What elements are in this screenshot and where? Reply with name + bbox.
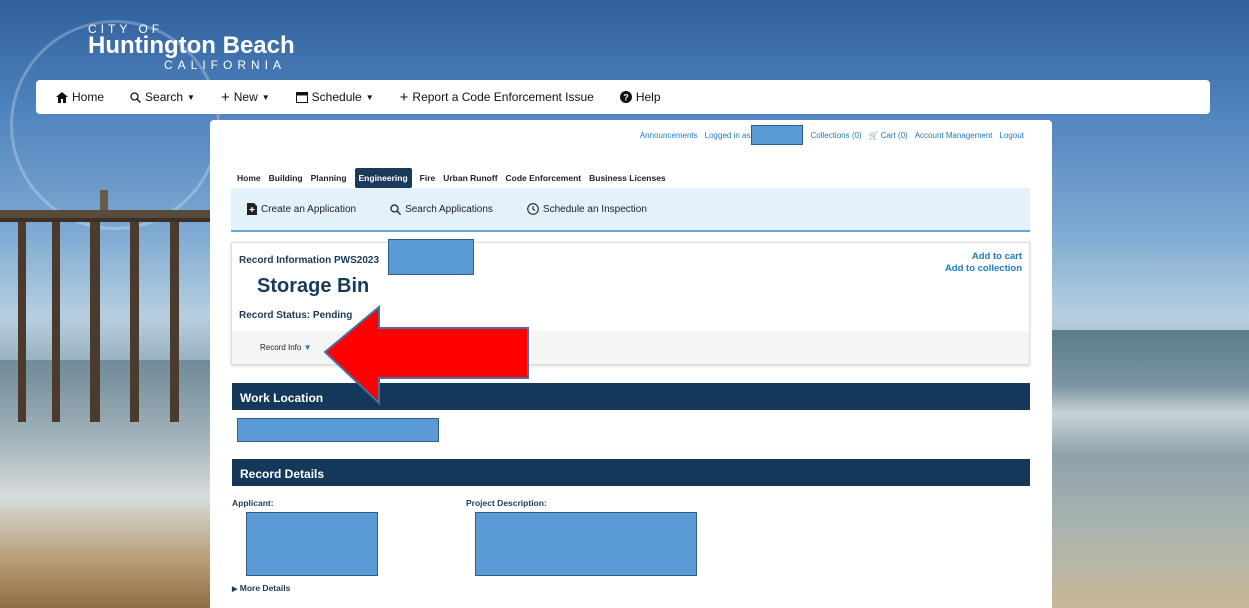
project-description-label: Project Description: (466, 498, 547, 508)
nav-new-label: New (233, 90, 258, 104)
calendar-icon (295, 92, 308, 103)
schedule-inspection-label: Schedule an Inspection (542, 203, 647, 215)
add-to-cart-link[interactable]: Add to cart (945, 251, 1022, 263)
red-arrow-annotation (323, 305, 529, 405)
redacted-record-number (388, 239, 474, 275)
record-number-label: Record Information PWS2023 (239, 255, 380, 266)
search-applications-link[interactable]: Search Applications (390, 204, 493, 215)
engineering-subbar: Create an Application Search Application… (231, 188, 1030, 232)
account-management-link[interactable]: Account Management (915, 131, 993, 140)
caret-right-icon: ▶ (232, 586, 238, 593)
plus-icon: + (220, 88, 230, 106)
chevron-down-icon: ▼ (187, 92, 195, 102)
account-links: Announcements Logged in as Collections (… (640, 125, 1024, 145)
more-details-toggle[interactable]: ▶ More Details (232, 583, 290, 593)
tab-building[interactable]: Building (269, 173, 303, 183)
tab-planning[interactable]: Planning (311, 173, 347, 183)
logged-in-label: Logged in as (704, 130, 751, 140)
search-applications-label: Search Applications (405, 203, 493, 215)
redacted-work-location (237, 418, 439, 442)
plus-icon: + (399, 88, 409, 106)
tab-code-enforcement[interactable]: Code Enforcement (506, 173, 582, 183)
nav-search-label: Search (145, 90, 184, 104)
module-tabs: Home Building Planning Engineering Fire … (237, 168, 666, 188)
help-icon: ? (619, 91, 632, 103)
add-to-collection-link[interactable]: Add to collection (945, 263, 1022, 275)
home-icon (56, 91, 68, 103)
search-icon (390, 203, 402, 215)
nav-schedule-label: Schedule (311, 90, 362, 104)
create-application-link[interactable]: Create an Application (247, 203, 356, 215)
nav-search[interactable]: Search ▼ (130, 90, 195, 104)
tab-engineering[interactable]: Engineering (354, 168, 412, 188)
cart-link[interactable]: Cart (0) (881, 131, 908, 140)
schedule-inspection-link[interactable]: Schedule an Inspection (527, 203, 647, 215)
nav-home[interactable]: Home (56, 90, 104, 104)
redacted-project-description (475, 512, 697, 576)
ocean-scene-right (1030, 330, 1249, 608)
record-info-label: Record Info (260, 343, 302, 352)
nav-new[interactable]: + New ▼ (221, 89, 270, 106)
nav-schedule[interactable]: Schedule ▼ (295, 90, 374, 104)
search-icon (130, 91, 141, 103)
cart-icon: 🛒 (868, 130, 879, 140)
redacted-applicant (246, 512, 378, 576)
chevron-down-icon: ▼ (365, 92, 374, 102)
logo-state: CALIFORNIA (164, 58, 287, 72)
logo-city-name: Huntington Beach (88, 32, 295, 59)
record-title: Storage Bin (257, 275, 370, 297)
pier-illustration (0, 190, 210, 422)
city-logo[interactable]: CITY OF Huntington Beach CALIFORNIA (88, 22, 295, 72)
redacted-username (751, 125, 804, 145)
nav-help[interactable]: ? Help (619, 90, 661, 104)
chevron-down-icon: ▼ (303, 343, 312, 352)
nav-report-code-enforcement[interactable]: + Report a Code Enforcement Issue (400, 89, 594, 106)
svg-text:?: ? (623, 93, 629, 103)
record-details-header: Record Details (232, 459, 1030, 486)
record-actions: Add to cart Add to collection (945, 251, 1022, 275)
tab-urban-runoff[interactable]: Urban Runoff (443, 173, 497, 183)
tab-business-licenses[interactable]: Business Licenses (589, 173, 666, 183)
record-info-dropdown[interactable]: Record Info ▼ (260, 343, 312, 352)
tab-fire[interactable]: Fire (420, 173, 436, 183)
logout-link[interactable]: Logout (1000, 131, 1024, 140)
tab-home[interactable]: Home (237, 173, 261, 183)
nav-help-label: Help (635, 90, 661, 104)
collections-link[interactable]: Collections (0) (810, 131, 861, 140)
more-details-label: More Details (239, 583, 291, 593)
nav-home-label: Home (72, 90, 105, 104)
create-application-label: Create an Application (261, 203, 357, 215)
announcements-link[interactable]: Announcements (640, 131, 698, 140)
top-navigation: Home Search ▼ + New ▼ Schedule ▼ + Repor… (36, 80, 1210, 114)
document-add-icon (247, 203, 257, 215)
applicant-label: Applicant: (232, 498, 274, 508)
clock-icon (527, 203, 539, 215)
nav-report-label: Report a Code Enforcement Issue (412, 90, 594, 104)
chevron-down-icon: ▼ (261, 92, 270, 102)
